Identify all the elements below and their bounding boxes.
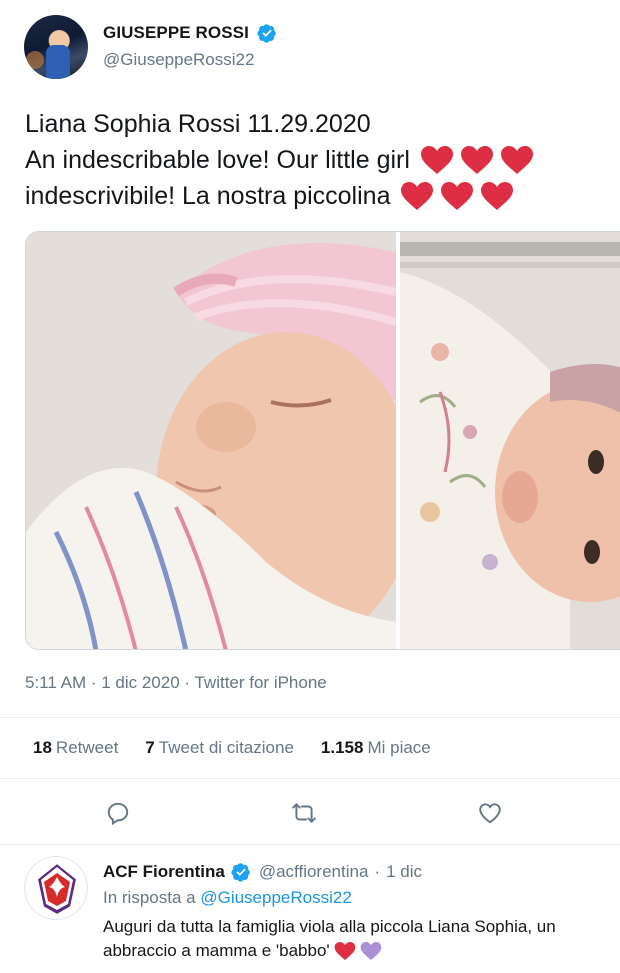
reply-button[interactable]: [105, 800, 131, 826]
like-icon: [479, 803, 501, 824]
tweet-text-line-2: An indescribable love! Our little girl: [25, 146, 410, 174]
baby-sleeping-illustration: [26, 232, 396, 649]
tweet-timestamp-source[interactable]: 5:11 AM · 1 dic 2020 · Twitter for iPhon…: [25, 673, 327, 693]
red-heart-icon: [500, 146, 533, 174]
author-handle[interactable]: @GiuseppeRossi22: [103, 50, 254, 70]
quotes-stat[interactable]: 7 Tweet di citazione: [145, 738, 294, 758]
quotes-count: 7: [145, 738, 155, 757]
retweets-count: 18: [33, 738, 52, 757]
fiorentina-avatar[interactable]: [24, 856, 88, 920]
reply-text-line-1: Auguri da tutta la famiglia viola alla p…: [103, 917, 556, 936]
separator-dot: ·: [374, 862, 381, 881]
baby-photo-sleeping[interactable]: [26, 232, 396, 649]
tweet-text-line: An indescribable love! Our little girl: [25, 142, 534, 178]
main-tweet: GIUSEPPE ROSSI @GiuseppeRossi22 Liana So…: [0, 0, 620, 845]
reply-mention-link[interactable]: @GiuseppeRossi22: [200, 888, 351, 907]
reply-context: In risposta a @GiuseppeRossi22: [103, 888, 352, 908]
tweet-media-grid: [25, 231, 620, 650]
red-heart-icon: [334, 941, 356, 961]
retweets-stat[interactable]: 18 Retweet: [33, 738, 118, 758]
reply-icon: [107, 802, 129, 826]
purple-heart-icon: [360, 941, 382, 961]
tweet-text-line-3: indescrivibile! La nostra piccolina: [25, 182, 391, 210]
reply-author-handle[interactable]: @acffiorentina: [259, 862, 369, 882]
reply-timestamp[interactable]: 1 dic: [386, 862, 422, 882]
author-name-row: GIUSEPPE ROSSI: [103, 23, 277, 43]
reply-tweet[interactable]: ACF Fiorentina @acffiorentina · 1 dic In…: [0, 846, 620, 973]
reply-text: Auguri da tutta la famiglia viola alla p…: [103, 915, 620, 963]
divider: [0, 778, 620, 779]
hearts-emoji-group: [420, 145, 534, 175]
tweet-actions-bar: [0, 800, 620, 828]
red-heart-icon: [420, 146, 453, 174]
fiorentina-logo-icon: [35, 861, 79, 917]
likes-count: 1.158: [320, 738, 364, 757]
reply-text-line-2-row: abbraccio a mamma e 'babbo': [103, 939, 620, 963]
verified-badge-icon: [257, 24, 276, 43]
likes-label: Mi piace: [367, 738, 431, 757]
tweet-text-line-1: Liana Sophia Rossi 11.29.2020: [25, 110, 371, 138]
red-heart-icon: [441, 182, 474, 210]
divider: [0, 717, 620, 718]
avatar-jersey: [46, 45, 70, 79]
reply-author-name[interactable]: ACF Fiorentina: [103, 862, 225, 882]
tweet-stats: 18 Retweet 7 Tweet di citazione 1.158 Mi pi…: [33, 738, 458, 758]
retweet-button[interactable]: [291, 800, 317, 826]
verified-badge-icon: [231, 863, 250, 882]
retweet-icon: [292, 803, 316, 823]
avatar-light-flare: [26, 51, 44, 69]
retweets-label: Retweet: [55, 738, 119, 757]
reply-prefix: In risposta a: [103, 888, 196, 907]
reply-text-line-2: abbraccio a mamma e 'babbo': [103, 941, 330, 960]
reply-header: ACF Fiorentina @acffiorentina · 1 dic: [103, 862, 422, 882]
quotes-label: Tweet di citazione: [158, 738, 294, 757]
baby-awake-illustration: [400, 232, 620, 649]
likes-stat[interactable]: 1.158 Mi piace: [321, 738, 431, 758]
author-avatar[interactable]: [24, 15, 88, 79]
tweet-text-line: Liana Sophia Rossi 11.29.2020: [25, 106, 534, 142]
tweet-text: Liana Sophia Rossi 11.29.2020 An indescr…: [25, 106, 534, 214]
red-heart-icon: [481, 182, 514, 210]
author-display-name[interactable]: GIUSEPPE ROSSI: [103, 23, 249, 43]
tweet-text-line: indescrivibile! La nostra piccolina: [25, 178, 534, 214]
red-heart-icon: [401, 182, 434, 210]
like-button[interactable]: [477, 800, 503, 826]
hearts-emoji-group: [400, 181, 514, 211]
red-heart-icon: [460, 146, 493, 174]
baby-photo-awake[interactable]: [400, 232, 620, 649]
